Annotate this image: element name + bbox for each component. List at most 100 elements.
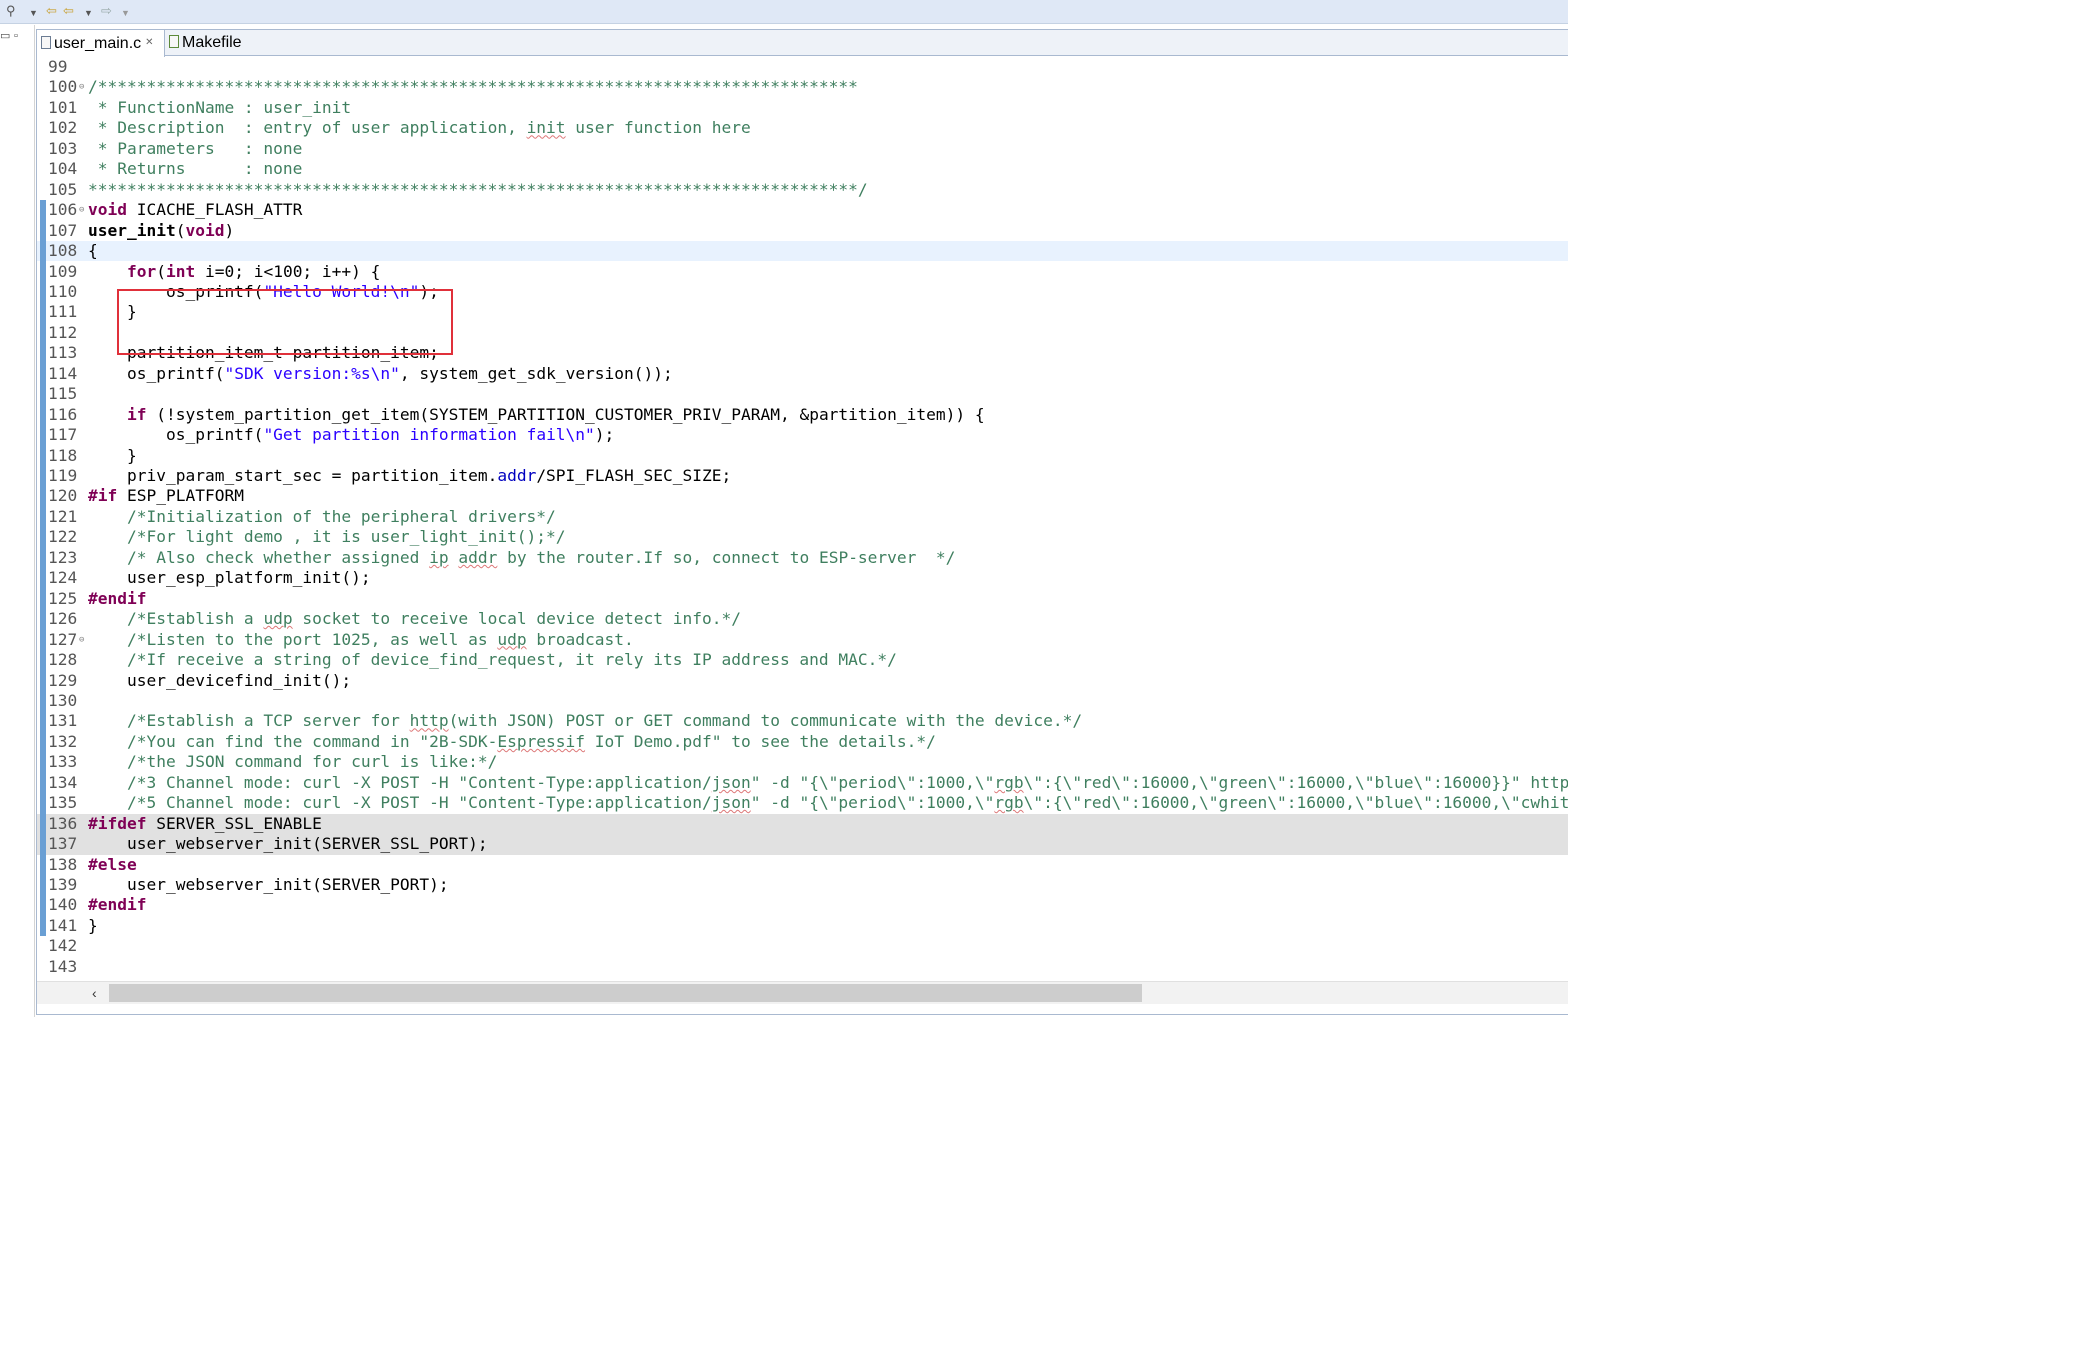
code-text: user_webserver_init(SERVER_SSL_PORT);	[88, 834, 488, 854]
dropdown-icon[interactable]: ▼	[29, 4, 38, 22]
code-token: )	[224, 220, 235, 240]
code-token: /*Listen to the port 1025, as well as	[88, 629, 498, 649]
code-line[interactable]: 131 /*Establish a TCP server for http(wi…	[37, 711, 1568, 731]
code-token: /* Also check whether assigned	[88, 547, 430, 567]
minimize-icon[interactable]: ▭	[0, 31, 10, 42]
code-line[interactable]: 133 /*the JSON command for curl is like:…	[37, 752, 1568, 772]
line-number: 137	[48, 834, 78, 854]
code-line[interactable]: 124 user_esp_platform_init();	[37, 568, 1568, 588]
code-text: /*Listen to the port 1025, as well as ud…	[88, 630, 634, 650]
back-icon[interactable]: ⇦	[46, 2, 57, 20]
change-marker	[40, 200, 46, 937]
code-line[interactable]: 102 * Description : entry of user applic…	[37, 118, 1568, 138]
code-token: rgb	[994, 772, 1024, 792]
code-text: /*You can find the command in "2B-SDK-Es…	[88, 732, 936, 752]
code-text: if (!system_partition_get_item(SYSTEM_PA…	[88, 405, 985, 425]
code-line[interactable]: 127 ⊖ /*Listen to the port 1025, as well …	[37, 630, 1568, 650]
code-text: #ifdef SERVER_SSL_ENABLE	[88, 814, 322, 834]
dropdown-icon[interactable]: ▼	[121, 4, 130, 22]
scrollbar-thumb[interactable]	[109, 984, 1142, 1002]
code-line[interactable]: 143	[37, 957, 1568, 977]
code-line[interactable]: 130	[37, 691, 1568, 711]
code-token: "Get partition information fail\n"	[263, 425, 595, 445]
code-line[interactable]: 103 * Parameters : none	[37, 139, 1568, 159]
code-token: user_webserver_init(SERVER_PORT);	[88, 875, 449, 894]
code-line[interactable]: 120 #if ESP_PLATFORM	[37, 486, 1568, 506]
code-token: #endif	[88, 588, 147, 608]
code-line[interactable]: 100 ⊖/***********************************…	[37, 77, 1568, 97]
pin-icon[interactable]: ⚲	[6, 2, 16, 20]
code-token: user_webserver_init(SERVER_SSL_PORT);	[88, 834, 488, 854]
code-line[interactable]: 137 user_webserver_init(SERVER_SSL_PORT)…	[37, 834, 1568, 855]
code-line[interactable]: 118 }	[37, 446, 1568, 466]
line-number: 133	[48, 752, 78, 772]
code-line[interactable]: 101 * FunctionName : user_init	[37, 98, 1568, 118]
code-line[interactable]: 104 * Returns : none	[37, 159, 1568, 179]
code-line[interactable]: 128 /*If receive a string of device_find…	[37, 650, 1568, 670]
code-line[interactable]: 122 /*For light demo , it is user_light_…	[37, 527, 1568, 547]
code-token: /SPI_FLASH_SEC_SIZE;	[536, 466, 732, 485]
code-text: /***************************************…	[88, 77, 858, 97]
fold-toggle-icon[interactable]: ⊖	[79, 77, 84, 97]
line-number: 122	[48, 527, 78, 547]
line-number: 112	[48, 322, 78, 342]
code-token: /*For light demo , it is user_light_init…	[88, 527, 566, 547]
code-line[interactable]: 115	[37, 384, 1568, 404]
code-line[interactable]: 106 ⊖ void ICACHE_FLASH_ATTR	[37, 200, 1568, 220]
code-line[interactable]: 139 user_webserver_init(SERVER_PORT);	[37, 875, 1568, 895]
toolbar: ⚲ ▼ ⇦ ⇦ ▼ ⇨ ▼	[0, 0, 1568, 24]
dropdown-icon[interactable]: ▼	[84, 4, 93, 22]
code-token: init	[526, 118, 566, 138]
code-line[interactable]: 132 /*You can find the command in "2B-SD…	[37, 732, 1568, 752]
code-line[interactable]: 126 /*Establish a udp socket to receive …	[37, 609, 1568, 629]
code-line[interactable]: 141}	[37, 916, 1568, 936]
code-line[interactable]: 121 /*Initialization of the peripheral d…	[37, 507, 1568, 527]
code-line[interactable]: 107 user_init(void)	[37, 221, 1568, 241]
code-line[interactable]: 119 priv_param_start_sec = partition_ite…	[37, 466, 1568, 486]
code-text: * Parameters : none	[88, 139, 303, 159]
code-line[interactable]: 140 #endif	[37, 895, 1568, 915]
code-token: "SDK version:%s\n"	[224, 363, 400, 383]
code-text: /*Establish a udp socket to receive loca…	[88, 609, 741, 629]
tab-makefile[interactable]: Makefile	[165, 30, 285, 56]
code-line[interactable]: 99	[37, 57, 1568, 77]
code-token: os_printf(	[88, 425, 264, 445]
line-number: 124	[48, 568, 78, 588]
code-line[interactable]: 142	[37, 936, 1568, 956]
code-text: user_init(void)	[88, 221, 234, 241]
fold-toggle-icon[interactable]: ⊖	[79, 630, 84, 650]
code-area[interactable]: 99 100 ⊖/*********************************…	[37, 57, 1568, 981]
scroll-left-arrow[interactable]: ‹	[92, 984, 97, 1002]
code-line[interactable]: 129 user_devicefind_init();	[37, 671, 1568, 691]
tab-user-main-c[interactable]: user_main.c ✕	[37, 30, 165, 57]
forward-icon[interactable]: ⇨	[101, 2, 112, 20]
code-token: udp	[263, 609, 293, 629]
horizontal-scrollbar[interactable]: ‹	[37, 981, 1568, 1004]
line-number: 121	[48, 506, 78, 526]
code-line[interactable]: 125 #endif	[37, 589, 1568, 609]
code-token: #else	[88, 854, 137, 874]
code-line[interactable]: 117 os_printf("Get partition information…	[37, 425, 1568, 445]
code-line[interactable]: 138 #else	[37, 855, 1568, 875]
back-history-icon[interactable]: ⇦	[63, 2, 74, 20]
code-line[interactable]: 116 if (!system_partition_get_item(SYSTE…	[37, 405, 1568, 425]
code-line[interactable]: 108 {	[37, 241, 1568, 262]
code-token: ESP_PLATFORM	[117, 486, 244, 506]
code-line[interactable]: 109 for(int i=0; i<100; i++) {	[37, 262, 1568, 282]
code-text: /* Also check whether assigned ip addr b…	[88, 548, 955, 568]
restore-icon[interactable]: ▫	[14, 31, 18, 42]
code-line[interactable]: 134 /*3 Channel mode: curl -X POST -H "C…	[37, 773, 1568, 793]
line-number: 123	[48, 547, 78, 567]
code-line[interactable]: 135 /*5 Channel mode: curl -X POST -H "C…	[37, 793, 1568, 813]
code-line[interactable]: 136 #ifdef SERVER_SSL_ENABLE	[37, 813, 1568, 835]
code-token: Espressif	[497, 731, 586, 751]
fold-toggle-icon[interactable]: ⊖	[79, 200, 84, 220]
code-line[interactable]: 105 *************************************…	[37, 180, 1568, 200]
code-line[interactable]: 114 os_printf("SDK version:%s\n", system…	[37, 364, 1568, 384]
tab-label: user_main.c	[54, 34, 142, 52]
code-text: /*3 Channel mode: curl -X POST -H "Conte…	[88, 773, 1568, 793]
close-icon[interactable]: ✕	[145, 37, 153, 48]
code-token: user function here	[565, 118, 751, 138]
code-line[interactable]: 123 /* Also check whether assigned ip ad…	[37, 548, 1568, 568]
